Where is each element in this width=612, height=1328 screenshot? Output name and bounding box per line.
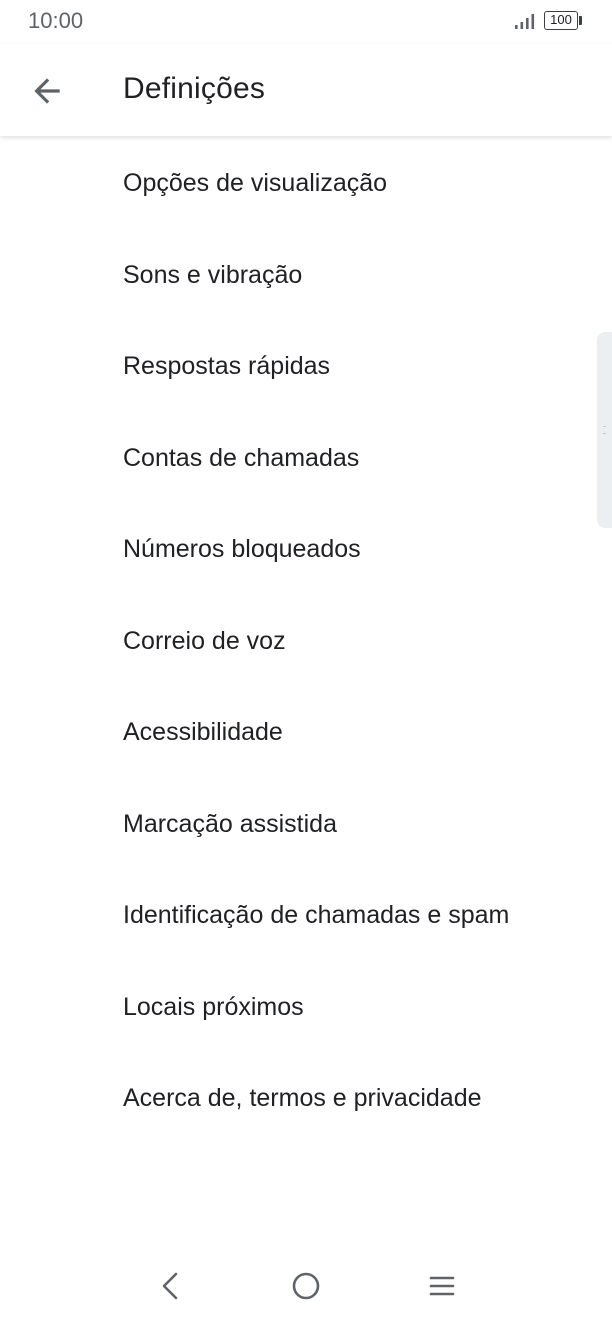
settings-item-label: Acessibilidade bbox=[123, 718, 283, 747]
settings-item-label: Sons e vibração bbox=[123, 260, 303, 289]
scrollbar-handle[interactable] bbox=[597, 332, 612, 528]
settings-item-calling-accounts[interactable]: Contas de chamadas bbox=[0, 413, 612, 505]
settings-item-label: Correio de voz bbox=[123, 626, 286, 655]
settings-item-label: Números bloqueados bbox=[123, 535, 361, 564]
signal-icon bbox=[515, 14, 535, 29]
app-bar: Definições bbox=[0, 44, 612, 136]
settings-item-label: Marcação assistida bbox=[123, 809, 337, 838]
battery-level: 100 bbox=[550, 12, 572, 27]
status-time: 10:00 bbox=[28, 8, 84, 33]
settings-item-nearby-places[interactable]: Locais próximos bbox=[0, 962, 612, 1054]
settings-item-label: Opções de visualização bbox=[123, 169, 388, 198]
nav-menu-icon[interactable] bbox=[422, 1266, 462, 1306]
arrow-back-icon[interactable] bbox=[28, 72, 66, 110]
page-title: Definições bbox=[123, 72, 266, 105]
nav-back-icon[interactable] bbox=[150, 1266, 190, 1306]
settings-item-accessibility[interactable]: Acessibilidade bbox=[0, 687, 612, 779]
settings-item-assisted-dialing[interactable]: Marcação assistida bbox=[0, 779, 612, 871]
status-bar: 10:00 100 bbox=[0, 0, 612, 44]
settings-item-label: Locais próximos bbox=[123, 992, 304, 1021]
grip-icon bbox=[603, 426, 606, 434]
settings-item-label: Respostas rápidas bbox=[123, 352, 331, 381]
settings-item-sounds-vibration[interactable]: Sons e vibração bbox=[0, 230, 612, 322]
settings-item-caller-id-spam[interactable]: Identificação de chamadas e spam bbox=[0, 870, 612, 962]
settings-item-label: Contas de chamadas bbox=[123, 443, 360, 472]
settings-item-quick-responses[interactable]: Respostas rápidas bbox=[0, 321, 612, 413]
settings-item-about-terms-privacy[interactable]: Acerca de, termos e privacidade bbox=[0, 1053, 612, 1145]
settings-list: Opções de visualização Sons e vibração R… bbox=[0, 138, 612, 1145]
settings-item-label: Acerca de, termos e privacidade bbox=[123, 1084, 482, 1113]
battery-tip bbox=[579, 16, 582, 25]
settings-item-display-options[interactable]: Opções de visualização bbox=[0, 138, 612, 230]
navigation-bar bbox=[0, 1246, 612, 1328]
battery-icon: 100 bbox=[544, 11, 578, 30]
settings-item-label: Identificação de chamadas e spam bbox=[123, 901, 510, 930]
nav-home-icon[interactable] bbox=[286, 1266, 326, 1306]
settings-item-blocked-numbers[interactable]: Números bloqueados bbox=[0, 504, 612, 596]
settings-item-voicemail[interactable]: Correio de voz bbox=[0, 596, 612, 688]
